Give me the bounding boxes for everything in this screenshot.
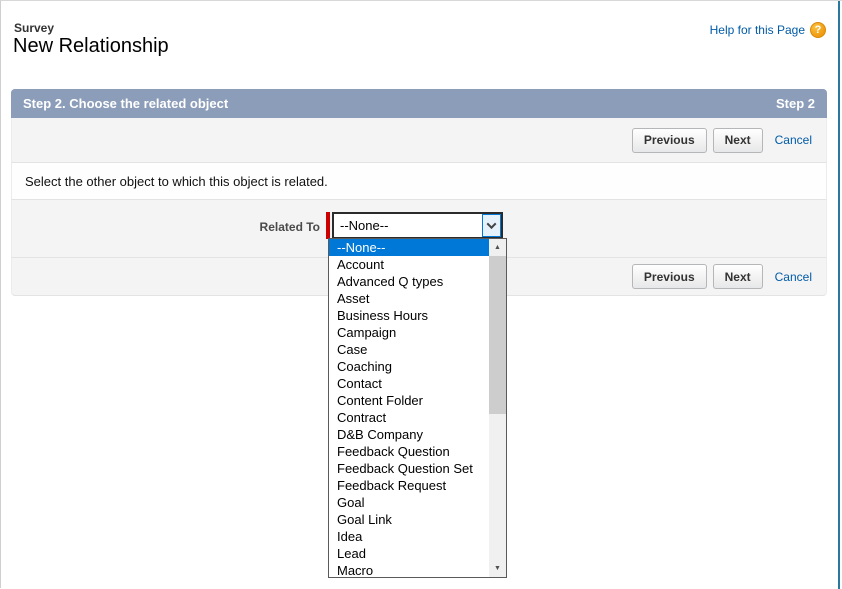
dropdown-option[interactable]: Case xyxy=(329,341,489,358)
section-header-title: Step 2. Choose the related object xyxy=(23,96,228,111)
cancel-link[interactable]: Cancel xyxy=(775,133,812,147)
toolbar-top: Previous Next Cancel xyxy=(11,118,827,163)
breadcrumb-object-type: Survey xyxy=(14,21,54,35)
related-to-select[interactable]: --None-- xyxy=(332,212,503,239)
help-question-icon[interactable]: ? xyxy=(810,22,826,38)
dropdown-option[interactable]: Contact xyxy=(329,375,489,392)
related-to-label: Related To xyxy=(12,220,320,234)
dropdown-option[interactable]: Feedback Request xyxy=(329,477,489,494)
dropdown-option[interactable]: Feedback Question Set xyxy=(329,460,489,477)
dropdown-option[interactable]: Feedback Question xyxy=(329,443,489,460)
dropdown-option[interactable]: Campaign xyxy=(329,324,489,341)
section-header-step: Step 2 xyxy=(776,96,815,111)
select-value: --None-- xyxy=(334,218,482,233)
dropdown-option[interactable]: Lead xyxy=(329,545,489,562)
dropdown-option[interactable]: D&B Company xyxy=(329,426,489,443)
help-area[interactable]: Help for this Page ? xyxy=(710,22,826,38)
scroll-up-icon[interactable]: ▲ xyxy=(489,239,506,256)
dropdown-list: --None--AccountAdvanced Q typesAssetBusi… xyxy=(328,238,507,578)
help-link[interactable]: Help for this Page xyxy=(710,23,805,37)
dropdown-option[interactable]: Goal xyxy=(329,494,489,511)
dropdown-option[interactable]: --None-- xyxy=(329,239,489,256)
window-edge xyxy=(838,1,840,589)
dropdown-option[interactable]: Coaching xyxy=(329,358,489,375)
scroll-down-icon[interactable]: ▼ xyxy=(489,560,506,577)
dropdown-option[interactable]: Content Folder xyxy=(329,392,489,409)
chevron-down-icon xyxy=(487,219,497,229)
previous-button[interactable]: Previous xyxy=(632,128,707,153)
instruction-row: Select the other object to which this ob… xyxy=(11,163,827,200)
dropdown-option[interactable]: Macro xyxy=(329,562,489,577)
dropdown-option[interactable]: Contract xyxy=(329,409,489,426)
dropdown-scrollbar[interactable]: ▲ ▼ xyxy=(489,239,506,577)
dropdown-option[interactable]: Asset xyxy=(329,290,489,307)
required-marker xyxy=(326,212,330,239)
instruction-text: Select the other object to which this ob… xyxy=(25,174,328,189)
scrollbar-thumb[interactable] xyxy=(489,256,506,414)
dropdown-option[interactable]: Account xyxy=(329,256,489,273)
next-button[interactable]: Next xyxy=(713,128,763,153)
section-header: Step 2. Choose the related object Step 2 xyxy=(11,89,827,118)
select-arrow-button[interactable] xyxy=(482,214,501,237)
page-title: New Relationship xyxy=(13,35,169,58)
dropdown-option[interactable]: Advanced Q types xyxy=(329,273,489,290)
previous-button[interactable]: Previous xyxy=(632,264,707,289)
dropdown-option[interactable]: Goal Link xyxy=(329,511,489,528)
page: { "header": { "object_type": "Survey", "… xyxy=(0,0,842,588)
dropdown-option[interactable]: Business Hours xyxy=(329,307,489,324)
dropdown-option[interactable]: Idea xyxy=(329,528,489,545)
next-button[interactable]: Next xyxy=(713,264,763,289)
cancel-link[interactable]: Cancel xyxy=(775,270,812,284)
dropdown-options: --None--AccountAdvanced Q typesAssetBusi… xyxy=(329,239,489,577)
